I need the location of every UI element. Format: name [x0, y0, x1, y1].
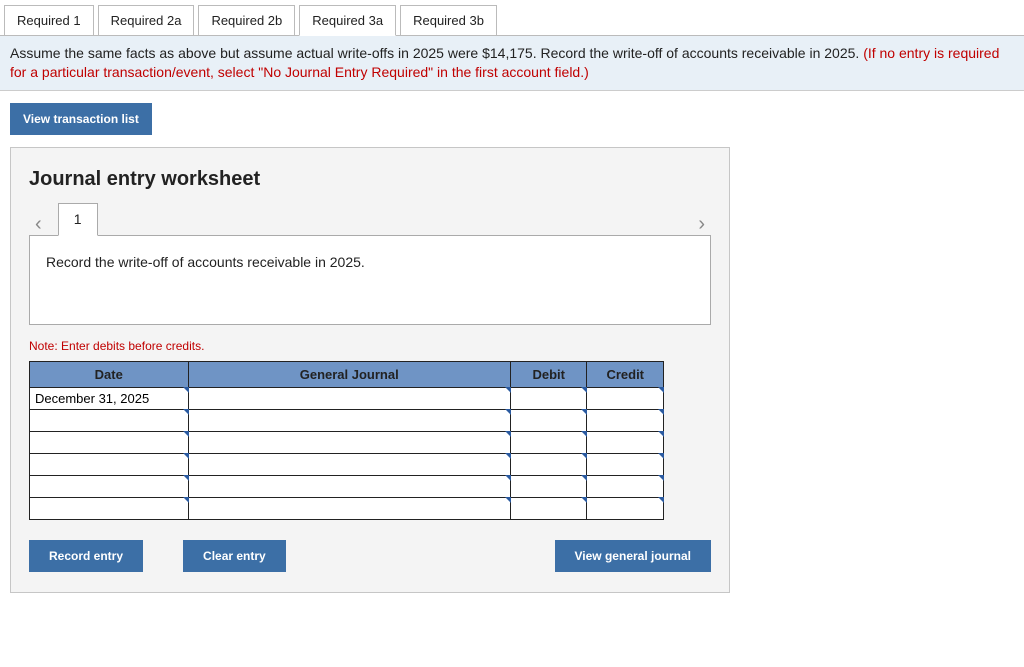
date-input[interactable] [30, 432, 188, 453]
debit-cell[interactable] [510, 409, 587, 431]
tab-required-2a[interactable]: Required 2a [98, 5, 195, 36]
credit-input[interactable] [587, 454, 663, 475]
journal-entry-table: Date General Journal Debit Credit [29, 361, 664, 520]
general-journal-cell[interactable] [188, 387, 510, 409]
date-input[interactable] [30, 388, 188, 409]
general-journal-cell[interactable] [188, 409, 510, 431]
debit-cell[interactable] [510, 475, 587, 497]
instruction-text: Assume the same facts as above but assum… [10, 45, 863, 61]
dropdown-icon[interactable] [658, 453, 664, 459]
col-header-debit: Debit [510, 361, 587, 387]
view-transaction-list-button[interactable]: View transaction list [10, 103, 152, 135]
chevron-right-icon[interactable]: › [692, 213, 711, 236]
tab-required-1[interactable]: Required 1 [4, 5, 94, 36]
col-header-date: Date [30, 361, 189, 387]
debit-input[interactable] [511, 388, 587, 409]
record-entry-button[interactable]: Record entry [29, 540, 143, 572]
tab-required-3b[interactable]: Required 3b [400, 5, 497, 36]
view-general-journal-button[interactable]: View general journal [555, 540, 711, 572]
worksheet-pager: ‹ 1 › [29, 201, 711, 236]
general-journal-input[interactable] [189, 498, 510, 519]
worksheet-actions: Record entry Clear entry View general jo… [29, 540, 711, 572]
clear-entry-button[interactable]: Clear entry [183, 540, 286, 572]
general-journal-input[interactable] [189, 388, 510, 409]
debit-input[interactable] [511, 498, 587, 519]
debit-input[interactable] [511, 476, 587, 497]
date-input[interactable] [30, 498, 188, 519]
debit-cell[interactable] [510, 453, 587, 475]
table-row [30, 453, 664, 475]
dropdown-icon[interactable] [658, 475, 664, 481]
general-journal-cell[interactable] [188, 453, 510, 475]
credit-input[interactable] [587, 410, 663, 431]
table-row [30, 387, 664, 409]
date-input[interactable] [30, 476, 188, 497]
worksheet-title: Journal entry worksheet [29, 168, 711, 191]
table-row [30, 497, 664, 519]
credit-cell[interactable] [587, 387, 664, 409]
date-input[interactable] [30, 454, 188, 475]
date-cell[interactable] [30, 475, 189, 497]
general-journal-input[interactable] [189, 476, 510, 497]
dropdown-icon[interactable] [658, 497, 664, 503]
col-header-credit: Credit [587, 361, 664, 387]
dropdown-icon[interactable] [658, 409, 664, 415]
debit-cell[interactable] [510, 387, 587, 409]
debit-cell[interactable] [510, 497, 587, 519]
requirement-tabs: Required 1 Required 2a Required 2b Requi… [0, 0, 1024, 36]
table-row [30, 409, 664, 431]
table-row [30, 431, 664, 453]
general-journal-cell[interactable] [188, 431, 510, 453]
debit-cell[interactable] [510, 431, 587, 453]
col-header-general-journal: General Journal [188, 361, 510, 387]
chevron-left-icon[interactable]: ‹ [29, 213, 48, 236]
date-cell[interactable] [30, 497, 189, 519]
credit-input[interactable] [587, 476, 663, 497]
debit-input[interactable] [511, 432, 587, 453]
debit-input[interactable] [511, 454, 587, 475]
debit-input[interactable] [511, 410, 587, 431]
credit-cell[interactable] [587, 453, 664, 475]
date-cell[interactable] [30, 387, 189, 409]
credit-input[interactable] [587, 388, 663, 409]
date-input[interactable] [30, 410, 188, 431]
dropdown-icon[interactable] [658, 387, 664, 393]
date-cell[interactable] [30, 453, 189, 475]
general-journal-cell[interactable] [188, 475, 510, 497]
page-tab-1[interactable]: 1 [58, 203, 98, 236]
credit-cell[interactable] [587, 497, 664, 519]
date-cell[interactable] [30, 431, 189, 453]
general-journal-cell[interactable] [188, 497, 510, 519]
entry-prompt-box: Record the write-off of accounts receiva… [29, 235, 711, 325]
tab-required-3a[interactable]: Required 3a [299, 5, 396, 36]
instruction-bar: Assume the same facts as above but assum… [0, 36, 1024, 91]
date-cell[interactable] [30, 409, 189, 431]
credit-input[interactable] [587, 498, 663, 519]
general-journal-input[interactable] [189, 410, 510, 431]
general-journal-input[interactable] [189, 454, 510, 475]
tab-required-2b[interactable]: Required 2b [198, 5, 295, 36]
journal-worksheet: Journal entry worksheet ‹ 1 › Record the… [10, 147, 730, 593]
entry-prompt-text: Record the write-off of accounts receiva… [46, 254, 365, 270]
credit-input[interactable] [587, 432, 663, 453]
credit-cell[interactable] [587, 409, 664, 431]
dropdown-icon[interactable] [658, 431, 664, 437]
table-row [30, 475, 664, 497]
debits-before-credits-note: Note: Enter debits before credits. [29, 339, 711, 353]
credit-cell[interactable] [587, 475, 664, 497]
general-journal-input[interactable] [189, 432, 510, 453]
credit-cell[interactable] [587, 431, 664, 453]
